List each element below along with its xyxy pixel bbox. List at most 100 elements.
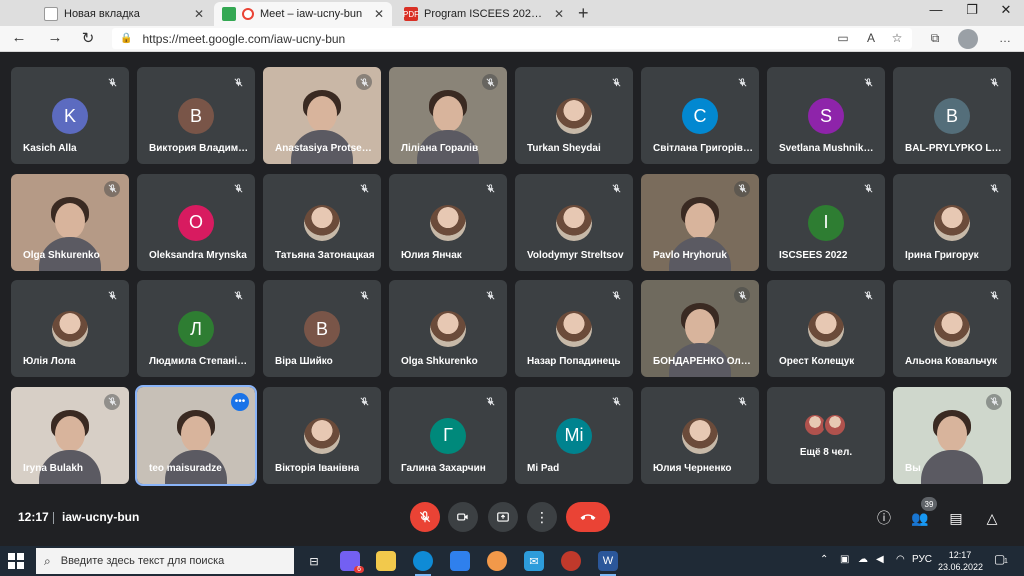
participant-tile[interactable]: Г Галина Захарчин (389, 386, 507, 484)
chat-button[interactable]: ▤ (946, 508, 966, 528)
participant-tile[interactable]: Вікторія Іванівна (263, 386, 381, 484)
participant-name: Svetlana Mushnikova (779, 143, 879, 154)
participant-tile[interactable]: Орест Колещук (767, 280, 885, 377)
participant-avatar: Л (178, 311, 214, 347)
participant-tile[interactable]: O Oleksandra Mrynska (137, 173, 255, 271)
participant-tile[interactable]: Olga Shkurenko (389, 280, 507, 377)
tab-new-tab[interactable]: Новая вкладка ✕ (36, 2, 212, 26)
start-button[interactable] (8, 553, 24, 569)
mail-icon[interactable]: ✉ (524, 551, 544, 571)
app-icon[interactable] (561, 551, 581, 571)
tab-meet[interactable]: Meet – iaw-ucny-bun ✕ (214, 2, 392, 26)
more-options-button[interactable]: ⋮ (527, 502, 557, 532)
meeting-details-button[interactable]: ⓘ (874, 508, 894, 528)
participant-tile[interactable]: В Виктория Владимировна (137, 67, 255, 164)
participant-name: Віра Шийко (275, 356, 333, 367)
mic-muted-icon (104, 74, 120, 90)
browser-tab-strip: Новая вкладка ✕ Meet – iaw-ucny-bun ✕ PD… (0, 0, 1024, 26)
participant-tile[interactable]: Юлия Черненко (641, 386, 759, 484)
camera-button[interactable] (448, 502, 478, 532)
tab-pdf[interactable]: PDF Program ISCEES 2022 (2).pdf ✕ (396, 2, 572, 26)
activities-button[interactable]: △ (982, 508, 1002, 528)
participant-tile[interactable]: Вы (893, 386, 1011, 484)
participant-tile[interactable]: Ліліана Горалів (389, 67, 507, 164)
new-tab-button[interactable]: + (578, 3, 589, 24)
participant-tile[interactable]: Mi Mi Pad (515, 386, 633, 484)
participant-tile[interactable]: Volodymyr Streltsov (515, 173, 633, 271)
menu-icon[interactable]: … (996, 31, 1014, 45)
participant-tile[interactable]: Ірина Григорук (893, 173, 1011, 271)
participant-tile[interactable]: Назар Попадинець (515, 280, 633, 377)
taskbar-search-box[interactable]: ⌕ Введите здесь текст для поиска (36, 548, 294, 574)
participant-avatar: С (682, 98, 718, 134)
read-aloud-icon[interactable]: A (862, 31, 880, 45)
volume-icon[interactable]: ◀ (876, 554, 884, 565)
participant-avatar (430, 311, 466, 347)
leave-call-button[interactable] (566, 502, 610, 532)
mic-muted-icon (860, 287, 876, 303)
participant-tile[interactable]: Л Людмила Степанівна (137, 280, 255, 377)
participant-tile[interactable]: S Svetlana Mushnikova (767, 67, 885, 164)
url-text: https://meet.google.com/iaw-ucny-bun (142, 31, 346, 46)
participant-tile[interactable]: Pavlo Hryhoruk (641, 173, 759, 271)
participant-avatar: I (808, 204, 844, 241)
participant-tile[interactable]: Olga Shkurenko (11, 173, 129, 271)
viber-icon[interactable]: 6 (340, 551, 364, 573)
participant-tile[interactable]: Татьяна Затонацкая (263, 173, 381, 271)
forward-button[interactable]: → (44, 29, 66, 46)
mic-off-button[interactable] (410, 502, 440, 532)
profile-avatar[interactable] (958, 29, 978, 49)
participant-name: Mi Pad (527, 462, 560, 474)
cloud-icon[interactable]: ☁ (858, 554, 868, 565)
participant-tile[interactable]: Юлия Янчак (389, 173, 507, 271)
close-tab-icon[interactable]: ✕ (194, 7, 204, 21)
participant-tile[interactable]: Ещё 8 чел. (767, 386, 885, 484)
network-icon[interactable]: ▣ (840, 554, 849, 565)
firefox-icon[interactable] (487, 551, 507, 571)
camera-icon[interactable]: ▭ (834, 31, 852, 45)
participant-tile[interactable]: B BAL-PRYLYPKO Larysa (893, 67, 1011, 164)
task-view-icon[interactable]: ⊟ (304, 551, 324, 571)
collections-icon[interactable]: ⧉ (926, 31, 944, 46)
recording-icon (242, 8, 254, 20)
participant-tile[interactable]: Turkan Sheydai (515, 67, 633, 164)
back-button[interactable]: ← (8, 29, 30, 46)
favorite-icon[interactable]: ☆ (888, 31, 906, 45)
mic-muted-icon (356, 181, 372, 197)
participant-tile[interactable]: I ISCSEES 2022 (767, 173, 885, 271)
participant-tile[interactable]: В Віра Шийко (263, 280, 381, 377)
participant-tile[interactable]: teo maisuradze ••• (135, 384, 257, 486)
close-tab-icon[interactable]: ✕ (374, 7, 384, 21)
mic-muted-icon (482, 74, 498, 90)
reload-button[interactable]: ↻ (77, 29, 99, 47)
address-bar[interactable]: 🔒 https://meet.google.com/iaw-ucny-bun (112, 28, 912, 49)
taskbar-clock[interactable]: 12:17 23.06.2022 (938, 549, 983, 573)
language-indicator[interactable]: РУС (912, 554, 932, 565)
edge-icon[interactable] (413, 551, 433, 576)
participant-name: Назар Попадинець (527, 356, 621, 367)
tray-chevron-icon[interactable]: ⌃ (820, 554, 828, 565)
participant-name: Pavlo Hryhoruk (653, 249, 727, 261)
people-button[interactable]: 👥 (910, 508, 930, 528)
participant-name: Olga Shkurenko (401, 356, 478, 367)
mic-muted-icon (860, 181, 876, 197)
tile-options-icon[interactable]: ••• (231, 392, 249, 411)
participant-tile[interactable]: Альона Ковальчук (893, 280, 1011, 377)
participant-tile[interactable]: Anastasiya Protsenko (263, 67, 381, 164)
participant-tile[interactable]: Iryna Bulakh (11, 386, 129, 484)
file-explorer-icon[interactable] (376, 551, 396, 571)
word-icon[interactable]: W (598, 551, 618, 576)
participant-tile[interactable]: Юлія Лола (11, 280, 129, 377)
search-icon: ⌕ (44, 553, 51, 568)
mic-muted-icon (734, 74, 750, 90)
store-icon[interactable] (450, 551, 470, 571)
participant-avatar: K (52, 98, 88, 134)
close-tab-icon[interactable]: ✕ (554, 7, 564, 21)
wifi-icon[interactable]: ◠ (896, 554, 905, 565)
participant-tile[interactable]: С Світлана Григорівна (641, 67, 759, 164)
participant-tile[interactable]: K Kasich Alla (11, 67, 129, 164)
participant-tile[interactable]: БОНДАРЕНКО Ольга (641, 280, 759, 377)
close-window-button[interactable]: ✕ (984, 2, 1024, 18)
present-button[interactable] (488, 502, 518, 532)
tab-title: Новая вкладка (64, 8, 140, 20)
